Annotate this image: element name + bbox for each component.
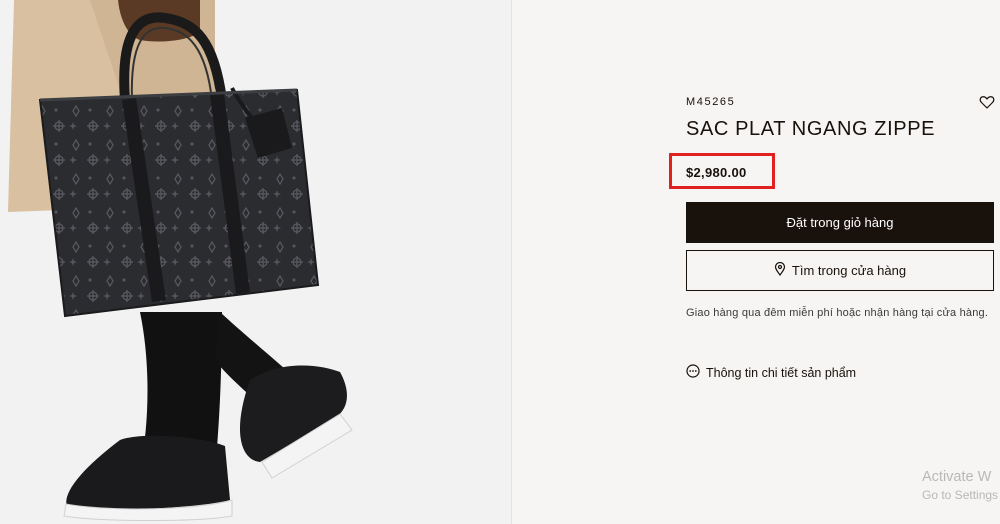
activation-watermark: Activate W Go to Settings [922,469,998,502]
product-image [0,0,511,524]
watermark-line1: Activate W [922,469,992,485]
product-sku: M45265 [686,96,736,108]
product-title: SAC PLAT NGANG ZIPPE [686,118,936,140]
location-pin-icon [774,261,786,279]
add-to-cart-button[interactable]: Đặt trong giỏ hàng [686,202,994,243]
more-circle-icon [686,364,700,381]
find-in-store-button[interactable]: Tìm trong cửa hàng [686,250,994,291]
panel-divider [511,0,512,524]
watermark-line2: Go to Settings [922,488,999,502]
product-details-link[interactable]: Thông tin chi tiết sản phẩm [686,364,856,381]
add-to-cart-label: Đặt trong giỏ hàng [786,215,894,230]
product-photo-illustration [0,0,511,524]
product-details-label: Thông tin chi tiết sản phẩm [706,365,857,380]
delivery-note: Giao hàng qua đêm miễn phí hoặc nhận hàn… [686,307,989,319]
find-in-store-label: Tìm trong cửa hàng [791,263,907,278]
product-price: $2,980.00 [686,165,747,180]
heart-outline-icon[interactable] [978,93,996,111]
